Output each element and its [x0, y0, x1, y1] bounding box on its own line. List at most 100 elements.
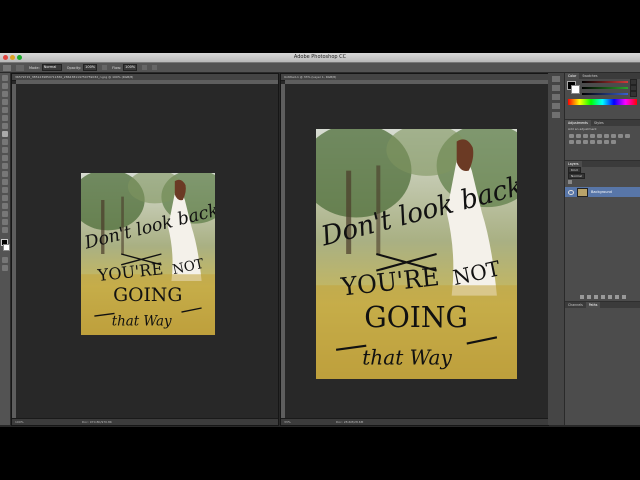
shape-tool-icon[interactable] [2, 211, 8, 217]
gradient-map-icon[interactable] [611, 140, 616, 144]
pen-tool-icon[interactable] [2, 187, 8, 193]
tab-paths[interactable]: Paths [585, 302, 601, 308]
blur-tool-icon[interactable] [2, 171, 8, 177]
doc-size-2[interactable]: Doc: 28.6M/28.6M [336, 419, 363, 425]
history-panel-icon[interactable] [552, 76, 560, 82]
green-slider[interactable] [582, 87, 628, 89]
link-layers-icon[interactable] [579, 295, 584, 299]
adjustments-panel: Adjustments Styles Add an adjustment [565, 120, 640, 161]
background-color-swatch[interactable] [3, 244, 10, 251]
tab-channels[interactable]: Channels [565, 302, 586, 308]
status-bar-1: 100% Doc: 970.8K/970.8K [12, 418, 278, 425]
layer-blend-mode[interactable]: Normal [568, 173, 585, 179]
layer-style-icon[interactable] [586, 295, 591, 299]
character-panel-icon[interactable] [552, 94, 560, 100]
type-tool-icon[interactable] [2, 195, 8, 201]
color-panel: Color Swatches [565, 73, 640, 120]
brush-tool-icon[interactable] [3, 64, 11, 71]
paragraph-panel-icon[interactable] [552, 103, 560, 109]
healing-brush-tool-icon[interactable] [2, 123, 8, 129]
layer-name[interactable]: Background [591, 190, 612, 194]
quick-select-tool-icon[interactable] [2, 99, 8, 105]
flow-field[interactable]: 100% [123, 64, 138, 71]
airbrush-icon[interactable] [142, 65, 148, 70]
levels-icon[interactable] [576, 134, 581, 138]
lasso-tool-icon[interactable] [2, 91, 8, 97]
layers-panel: Layers Kind Normal Background [565, 161, 640, 302]
flow-control: Flow: 100% [112, 64, 138, 71]
brush-panel-icon[interactable] [552, 112, 560, 118]
mode-select[interactable]: Normal [41, 64, 62, 71]
screen: Adobe Photoshop CC Mode: Normal Opacity:… [0, 53, 640, 427]
right-panels: Color Swatches Adjustments Styles Add an… [565, 73, 640, 425]
artwork-image-2[interactable]: Don't look back YOU'RE NOT GOING that Wa… [316, 129, 517, 379]
invert-icon[interactable] [583, 140, 588, 144]
artwork-image-1[interactable]: Don't look back YOU'RE NOT GOING that Wa… [81, 173, 215, 335]
channel-mixer-icon[interactable] [569, 140, 574, 144]
blue-slider-row [579, 91, 640, 97]
opacity-control: Opacity: 100% [66, 64, 98, 71]
tab-adjustments[interactable]: Adjustments [565, 120, 591, 126]
eraser-tool-icon[interactable] [2, 155, 8, 161]
zoom-tool-icon[interactable] [2, 227, 8, 233]
path-select-tool-icon[interactable] [2, 203, 8, 209]
dodge-tool-icon[interactable] [2, 179, 8, 185]
pressure-opacity-icon[interactable] [102, 65, 108, 70]
gradient-tool-icon[interactable] [2, 163, 8, 169]
crop-tool-icon[interactable] [2, 107, 8, 113]
document-window-1: 36579715_3851239850711830_28643811975075… [11, 73, 279, 426]
brush-preset-icon[interactable] [16, 64, 24, 71]
tab-styles[interactable]: Styles [591, 120, 607, 126]
channels-paths-tabs: Channels Paths [565, 302, 640, 308]
move-tool-icon[interactable] [2, 75, 8, 81]
pressure-size-icon[interactable] [152, 65, 158, 70]
art2-text-going: GOING [364, 299, 468, 334]
opacity-label: Opacity: [66, 65, 82, 70]
layer-thumbnail [577, 187, 588, 197]
posterize-icon[interactable] [590, 140, 595, 144]
color-spectrum[interactable] [568, 99, 637, 105]
visibility-eye-icon[interactable] [568, 189, 574, 195]
photo-filter-icon[interactable] [625, 134, 630, 138]
clone-stamp-tool-icon[interactable] [2, 139, 8, 145]
screen-mode-icon[interactable] [2, 265, 8, 271]
exposure-icon[interactable] [590, 134, 595, 138]
hand-tool-icon[interactable] [2, 219, 8, 225]
channels-paths-panel: Channels Paths [565, 302, 640, 420]
color-lookup-icon[interactable] [576, 140, 581, 144]
marquee-tool-icon[interactable] [2, 83, 8, 89]
layers-footer [565, 295, 640, 299]
blue-value-field[interactable] [630, 91, 637, 97]
eyedropper-tool-icon[interactable] [2, 115, 8, 121]
color-balance-icon[interactable] [611, 134, 616, 138]
curves-icon[interactable] [583, 134, 588, 138]
selective-color-icon[interactable] [604, 140, 609, 144]
zoom-level-2[interactable]: 33% [284, 419, 291, 425]
brightness-contrast-icon[interactable] [569, 134, 574, 138]
blue-slider[interactable] [582, 93, 628, 95]
opacity-field[interactable]: 100% [83, 64, 98, 71]
lock-icon[interactable] [568, 180, 572, 184]
vibrance-icon[interactable] [597, 134, 602, 138]
properties-panel-icon[interactable] [552, 85, 560, 91]
art-text-thatway: that Way [112, 315, 172, 330]
color-swatches-preview [565, 79, 580, 97]
bg-color-preview[interactable] [571, 85, 580, 94]
title-bar: Adobe Photoshop CC [0, 53, 640, 63]
quick-mask-icon[interactable] [2, 257, 8, 263]
hue-saturation-icon[interactable] [604, 134, 609, 138]
black-white-icon[interactable] [618, 134, 623, 138]
brush-tool-icon-active[interactable] [2, 131, 8, 137]
history-brush-tool-icon[interactable] [2, 147, 8, 153]
add-mask-icon[interactable] [593, 295, 598, 299]
doc-size-1[interactable]: Doc: 970.8K/970.8K [82, 419, 112, 425]
new-adjustment-icon[interactable] [600, 295, 605, 299]
new-layer-icon[interactable] [614, 295, 619, 299]
layers-lock-row [565, 179, 640, 185]
zoom-level-1[interactable]: 100% [15, 419, 24, 425]
delete-layer-icon[interactable] [621, 295, 626, 299]
new-group-icon[interactable] [607, 295, 612, 299]
threshold-icon[interactable] [597, 140, 602, 144]
red-slider[interactable] [582, 81, 628, 83]
layer-row-background[interactable]: Background [565, 187, 640, 197]
